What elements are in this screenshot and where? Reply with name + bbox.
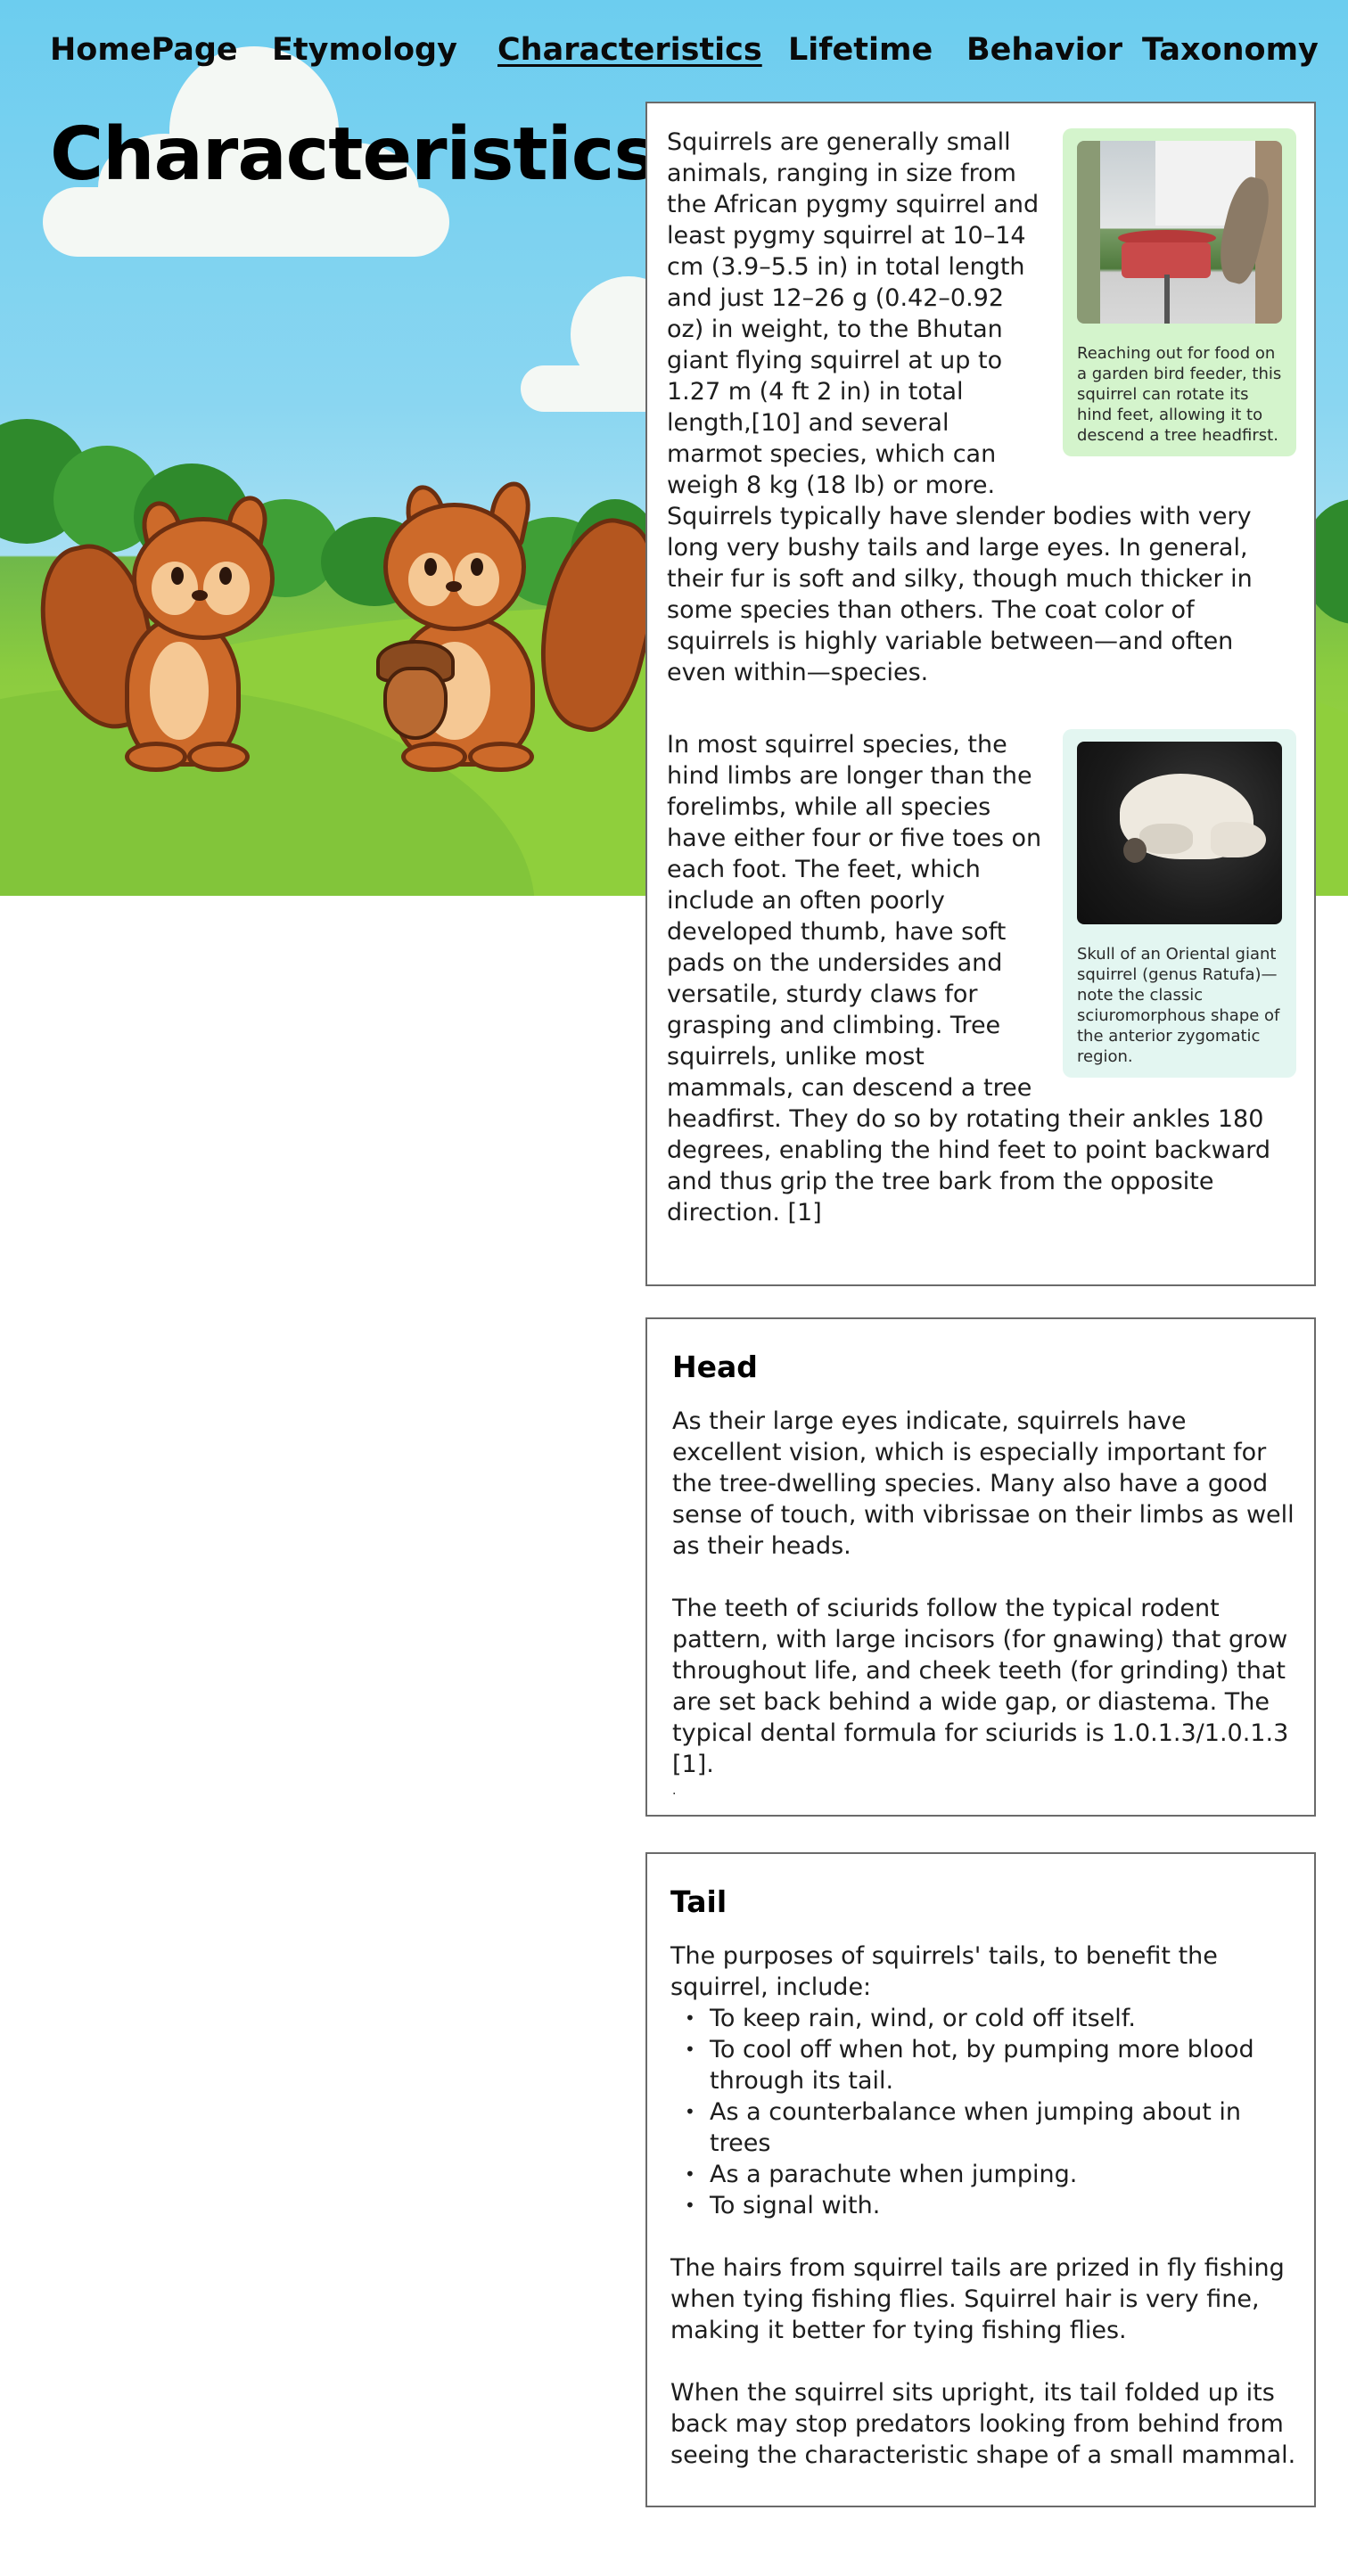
nav-link-behavior[interactable]: Behavior: [966, 32, 1122, 68]
skull-photo: [1077, 742, 1282, 924]
section-heading-tail: Tail: [670, 1884, 727, 1919]
intro-card: Reaching out for food on a garden bird f…: [645, 102, 1316, 1286]
nav-link-lifetime[interactable]: Lifetime: [788, 32, 933, 68]
acorn-nut: [383, 667, 448, 740]
nav-link-etymology[interactable]: Etymology: [272, 32, 457, 68]
head-card: Head As their large eyes indicate, squir…: [645, 1317, 1316, 1817]
body-paragraph: Squirrels typically have slender bodies …: [667, 503, 1253, 686]
nav-link-characteristics[interactable]: Characteristics: [497, 32, 762, 68]
vision-paragraph: As their large eyes indicate, squirrels …: [672, 1407, 1295, 1560]
list-item: As a parachute when jumping.: [685, 2159, 1302, 2190]
fly-fishing-paragraph: The hairs from squirrel tails are prized…: [670, 2254, 1285, 2344]
bird-feeder-photo: [1077, 141, 1282, 324]
list-item: To signal with.: [685, 2190, 1302, 2221]
nav-link-taxonomy[interactable]: Taxonomy: [1142, 32, 1319, 68]
tail-purpose-list: To keep rain, wind, or cold off itself. …: [670, 2003, 1302, 2221]
list-item: As a counterbalance when jumping about i…: [685, 2096, 1302, 2159]
squirrel-illustration-right: [357, 478, 676, 775]
list-item: To cool off when hot, by pumping more bl…: [685, 2034, 1302, 2096]
trailing-text: .: [672, 1784, 677, 1798]
page-title: Characteristics: [50, 112, 657, 197]
list-item: To keep rain, wind, or cold off itself.: [685, 2003, 1302, 2034]
bird-feeder-figure: Reaching out for food on a garden bird f…: [1063, 128, 1296, 456]
section-heading-head: Head: [672, 1350, 758, 1384]
squirrel-illustration-left: [26, 490, 303, 775]
figure-caption: Skull of an Oriental giant squirrel (gen…: [1077, 945, 1280, 1066]
tail-intro-paragraph: The purposes of squirrels' tails, to ben…: [670, 1942, 1218, 2001]
skull-figure: Skull of an Oriental giant squirrel (gen…: [1063, 729, 1296, 1078]
main-nav: HomePage Etymology Characteristics Lifet…: [0, 32, 1348, 77]
teeth-paragraph: The teeth of sciurids follow the typical…: [672, 1595, 1289, 1778]
predator-paragraph: When the squirrel sits upright, its tail…: [670, 2379, 1296, 2469]
nav-link-homepage[interactable]: HomePage: [50, 32, 238, 68]
tail-card: Tail The purposes of squirrels' tails, t…: [645, 1852, 1316, 2507]
figure-caption: Reaching out for food on a garden bird f…: [1077, 344, 1282, 445]
